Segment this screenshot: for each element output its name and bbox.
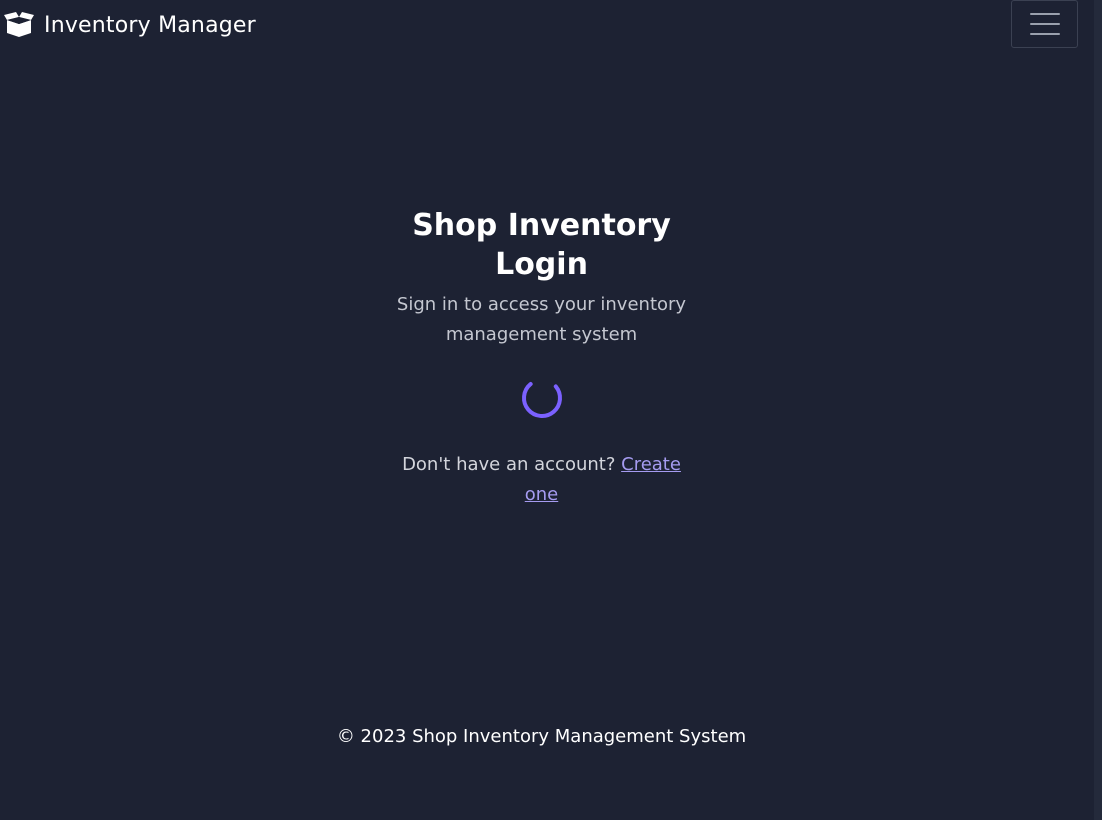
footer: © 2023 Shop Inventory Management System	[0, 726, 1083, 747]
login-panel: Shop Inventory Login Sign in to access y…	[0, 206, 1083, 510]
login-subtitle: Sign in to access your inventory managem…	[396, 294, 687, 345]
navbar-toggle-button[interactable]	[1011, 0, 1078, 48]
open-box-icon	[4, 12, 34, 38]
signup-prompt-text: Don't have an account?	[402, 454, 616, 475]
loading-spinner-icon	[520, 376, 564, 420]
navbar: Inventory Manager	[0, 0, 1094, 52]
page-title: Shop Inventory Login	[412, 208, 671, 282]
scrollbar[interactable]	[1094, 0, 1102, 820]
signup-prompt: Don't have an account? Create one	[392, 450, 692, 510]
hamburger-menu-icon	[1029, 12, 1060, 36]
page: Inventory Manager Shop Inventory Login S…	[0, 0, 1094, 820]
brand-link[interactable]: Inventory Manager	[4, 10, 256, 40]
brand-title: Inventory Manager	[44, 12, 256, 38]
footer-copyright: © 2023 Shop Inventory Management System	[336, 726, 747, 747]
